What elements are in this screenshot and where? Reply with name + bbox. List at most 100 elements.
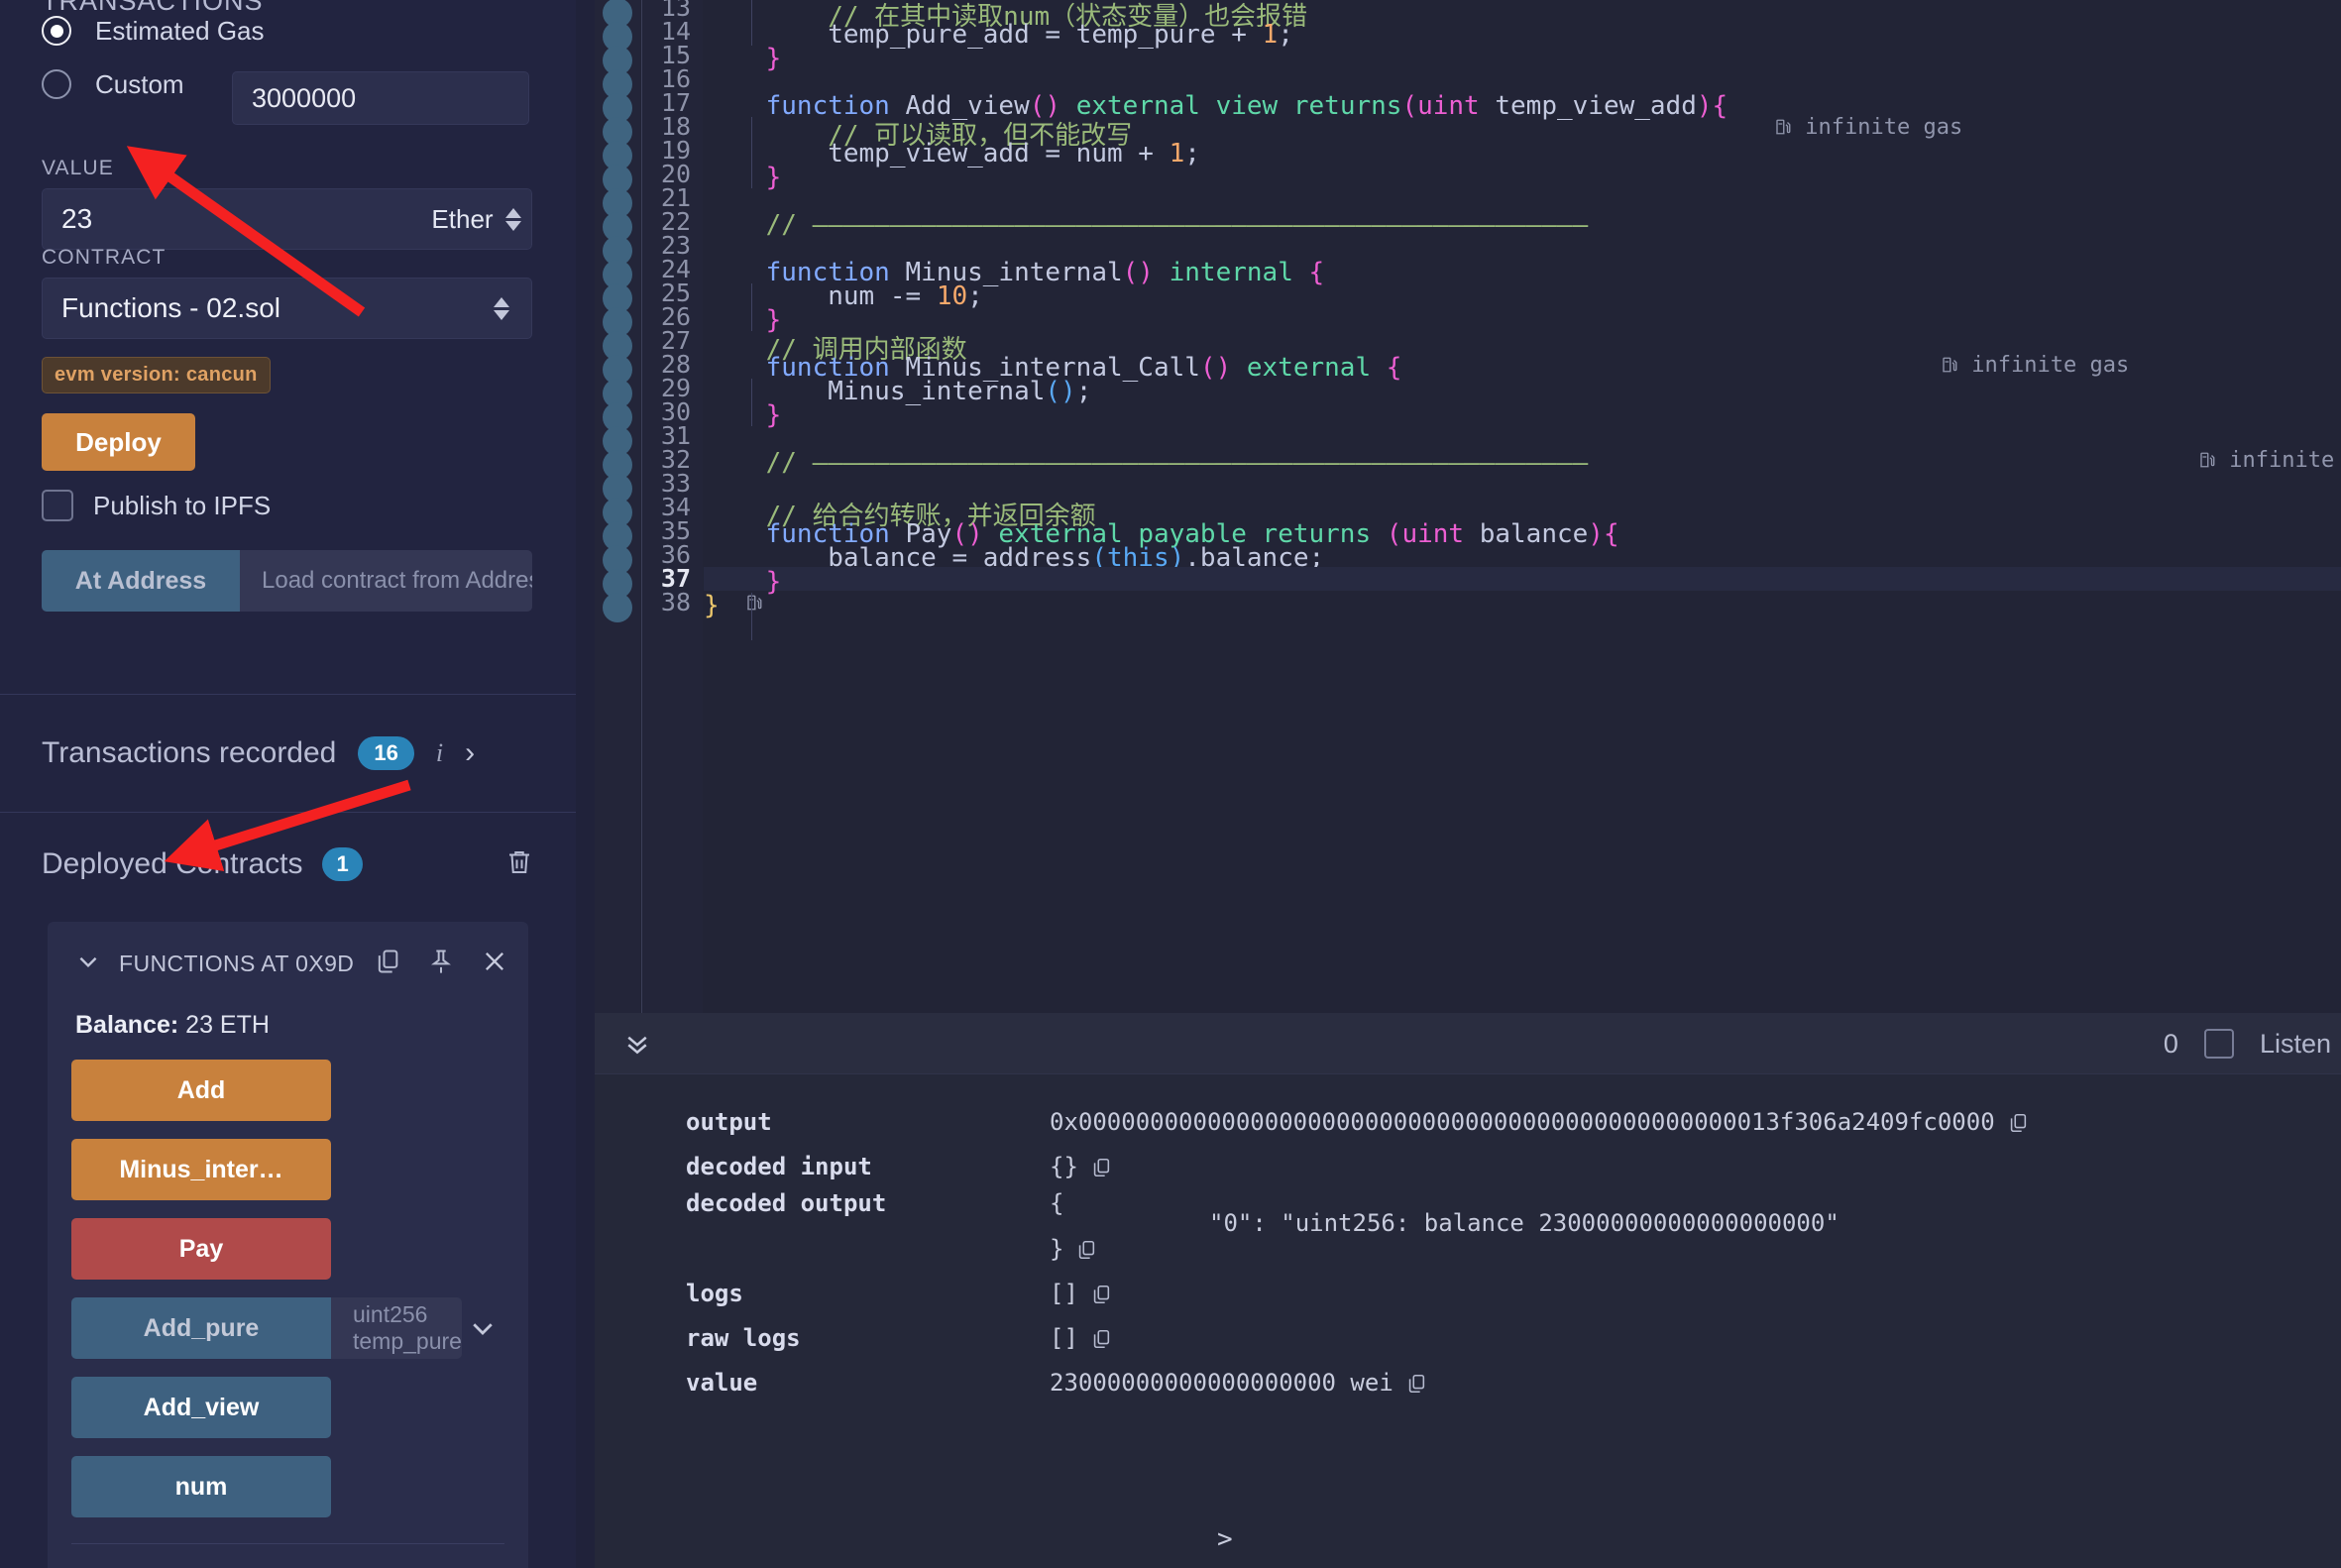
terminal-row-label: decoded input [686, 1153, 872, 1180]
transactions-recorded-row[interactable]: Transactions recorded 16 i › [0, 695, 576, 812]
code-line[interactable]: function Pay() external payable returns … [704, 519, 2341, 549]
close-icon[interactable] [481, 948, 508, 980]
code-line[interactable]: } [704, 44, 2341, 73]
evm-version-badge: evm version: cancun [42, 357, 271, 393]
function-button-minus_inter[interactable]: Minus_inter… [71, 1139, 331, 1200]
function-button-add_view[interactable]: Add_view [71, 1377, 331, 1438]
custom-gas-label: Custom [95, 68, 184, 99]
deployed-contract-header[interactable]: FUNCTIONS AT 0X9D8...A5 [48, 938, 528, 989]
function-button-add_pure[interactable]: Add_pure [71, 1297, 331, 1359]
chevron-updown-icon [494, 296, 509, 320]
deployed-contracts-count: 1 [322, 847, 363, 881]
code-line[interactable]: } [704, 400, 2341, 430]
deployed-contract-card: FUNCTIONS AT 0X9D8...A5 Balance: 23 ETH [48, 922, 528, 1568]
trash-icon[interactable] [504, 847, 534, 882]
terminal-panel: 0 Listen output 0x00000000000000000000000… [595, 1013, 2341, 1568]
gas-estimate-icon [745, 591, 763, 616]
terminal-row-value: {} [1050, 1153, 1112, 1180]
divider [71, 1543, 504, 1544]
at-address-button[interactable]: At Address [42, 550, 240, 612]
spinner-icon [504, 207, 521, 231]
at-address-input[interactable]: Load contract from Address [240, 550, 532, 612]
function-button-num[interactable]: num [71, 1456, 331, 1517]
deploy-run-sidebar: TRANSACTIONS Estimated Gas Custom 300000… [0, 0, 576, 1568]
value-unit-label: Ether [431, 203, 494, 234]
pin-icon[interactable] [427, 948, 455, 980]
code-line[interactable]: // 在其中读取num（状态变量）也会报错 [704, 0, 2341, 32]
balance-label: Balance: [75, 1011, 179, 1039]
code-line[interactable] [704, 472, 2341, 496]
contract-function-row: Minus_inter… [71, 1139, 504, 1200]
chevron-right-icon[interactable]: › [465, 736, 475, 770]
terminal-row-value: "0": "uint256: balance 23000000000000000… [1209, 1209, 1839, 1237]
deployed-contracts-label: Deployed Contracts [42, 847, 303, 880]
code-line[interactable]: } [704, 305, 2341, 335]
terminal-row-value: } [1050, 1235, 1097, 1263]
code-line[interactable]: } [704, 567, 2341, 597]
code-line[interactable]: // —————————————————————————————————————… [704, 448, 2341, 478]
listen-checkbox[interactable] [2203, 1029, 2234, 1059]
at-address-group: At Address Load contract from Address [42, 550, 532, 612]
gas-estimate-annotation: infinite gas [2198, 448, 2341, 473]
value-unit-select[interactable]: Ether [421, 188, 532, 250]
line-number-gutter: 13 14 15 16 17 18 19 20 21 22 23 24 25 26 27 28 29 30 31 32… [642, 0, 703, 1013]
publish-ipfs-checkbox[interactable] [42, 490, 73, 521]
code-line[interactable]: // —————————————————————————————————————… [704, 210, 2341, 240]
code-line[interactable]: num -= 10; [704, 281, 2341, 311]
code-line[interactable]: Minus_internal(); [704, 377, 2341, 406]
chevron-down-icon[interactable] [462, 1297, 504, 1359]
code-line[interactable] [704, 67, 2341, 91]
estimated-gas-label: Estimated Gas [95, 15, 265, 46]
breakpoint-dot[interactable] [603, 593, 632, 622]
code-line[interactable]: temp_view_add = num + 1; [704, 139, 2341, 168]
indent-guide [751, 283, 752, 331]
chevrons-down-icon[interactable] [622, 1029, 652, 1059]
publish-to-ipfs-option[interactable]: Publish to IPFS [42, 475, 532, 536]
code-line[interactable]: } [704, 591, 2341, 620]
contract-function-row: Add [71, 1060, 504, 1121]
code-line[interactable]: function Add_view() external view return… [704, 91, 2341, 121]
function-button-add[interactable]: Add [71, 1060, 331, 1121]
code-line[interactable]: } [704, 163, 2341, 192]
custom-gas-input[interactable]: 3000000 [232, 71, 529, 125]
breakpoint-gutter[interactable] [595, 0, 640, 1013]
terminal-row-value: [] [1050, 1280, 1112, 1307]
contract-balance: Balance: 23 ETH [48, 989, 528, 1048]
publish-ipfs-label: Publish to IPFS [93, 490, 272, 520]
copy-icon[interactable] [374, 948, 401, 980]
function-button-pay[interactable]: Pay [71, 1218, 331, 1280]
code-line[interactable]: function Minus_internal_Call() external … [704, 353, 2341, 383]
gas-estimate-annotation: infinite gas [1774, 115, 1962, 140]
code-line[interactable] [704, 234, 2341, 258]
line-number: 38 [660, 588, 691, 616]
terminal-row-value: 23000000000000000000 wei [1050, 1369, 1427, 1397]
chevron-down-icon[interactable] [75, 949, 101, 979]
transactions-recorded-count: 16 [358, 736, 414, 770]
code-line[interactable]: temp_pure_add = temp_pure + 1; [704, 20, 2341, 50]
function-arg-input[interactable]: uint256 temp_pure [331, 1297, 462, 1359]
terminal-row-value: 0x00000000000000000000000000000000000000… [1050, 1108, 2029, 1136]
code-editor[interactable]: 13 14 15 16 17 18 19 20 21 22 23 24 25 26 27 28 29 30 31 32… [595, 0, 2341, 1013]
code-content[interactable]: // 在其中读取num（状态变量）也会报错 temp_pure_add = te… [704, 0, 2341, 1013]
code-line[interactable]: // 可以读取，但不能改写 infinite gas [704, 115, 2341, 151]
terminal-prompt: > [1217, 1524, 1233, 1554]
code-line[interactable]: // 给合约转账，并返回余额 [704, 496, 2341, 531]
code-line[interactable] [704, 424, 2341, 448]
terminal-row-label: output [686, 1108, 772, 1136]
estimated-gas-option[interactable]: Estimated Gas [42, 4, 534, 57]
code-line[interactable]: // 调用内部函数 [704, 329, 2341, 365]
value-input[interactable]: 23 [42, 188, 421, 250]
balance-value: 23 ETH [185, 1011, 270, 1039]
code-line[interactable]: balance = address(this).balance; [704, 543, 2341, 573]
contract-function-row: Add_pure uint256 temp_pure [71, 1297, 504, 1359]
code-line[interactable] [704, 186, 2341, 210]
contract-select[interactable]: Functions - 02.sol [42, 278, 532, 339]
code-line[interactable]: function Minus_internal() internal { [704, 258, 2341, 287]
info-icon[interactable]: i [436, 738, 443, 768]
contract-function-row: num [71, 1456, 504, 1517]
estimated-gas-radio[interactable] [42, 16, 71, 46]
deploy-button[interactable]: Deploy [42, 413, 195, 471]
contract-label: CONTRACT [42, 246, 167, 269]
terminal-row-label: value [686, 1369, 758, 1397]
custom-gas-radio[interactable] [42, 69, 71, 99]
